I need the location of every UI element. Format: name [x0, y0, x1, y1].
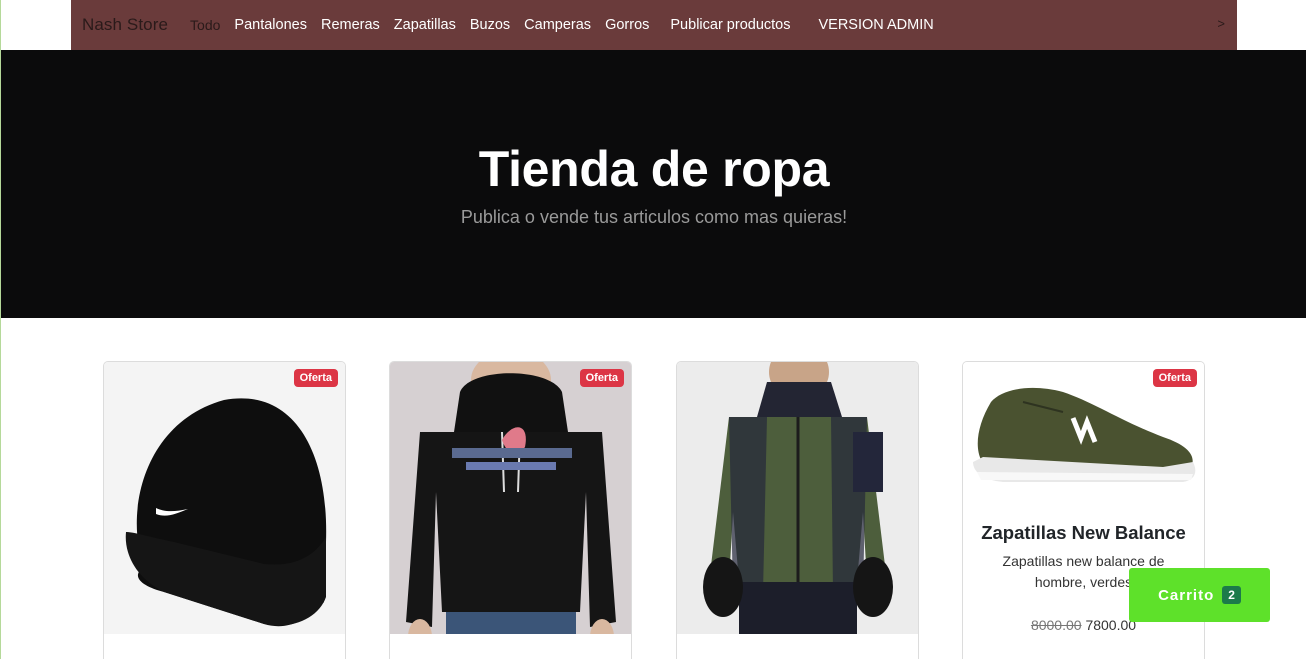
nav-link-zapatillas[interactable]: Zapatillas: [394, 17, 456, 33]
nav-link-remeras[interactable]: Remeras: [321, 17, 380, 33]
nav-link-publicar[interactable]: Publicar productos: [670, 17, 790, 33]
cart-button[interactable]: Carrito 2: [1129, 568, 1270, 622]
cart-count-badge: 2: [1222, 586, 1241, 604]
hero-subtitle: Publica o vende tus articulos como mas q…: [460, 207, 848, 227]
brand-link[interactable]: Nash Store: [82, 15, 168, 35]
nav-link-admin[interactable]: VERSION ADMIN: [818, 17, 933, 33]
cart-label: Carrito: [1158, 586, 1215, 604]
offer-badge: Oferta: [1152, 369, 1197, 387]
product-card-jacket[interactable]: [676, 361, 919, 659]
offer-badge: Oferta: [579, 369, 624, 387]
old-price: 8000.00: [1030, 617, 1082, 633]
navbar: Nash Store Todo Pantalones Remeras Zapat…: [71, 0, 1237, 50]
hero-banner: Tienda de ropa Publica o vende tus artic…: [1, 50, 1306, 318]
navbar-toggle-icon[interactable]: >: [1217, 16, 1225, 31]
green-sneaker-image: Oferta: [963, 362, 1204, 502]
product-title: Zapatillas New Balance: [981, 522, 1186, 543]
nav-link-pantalones[interactable]: Pantalones: [234, 17, 307, 33]
black-beanie-image: Oferta: [104, 362, 345, 634]
nav-link-camperas[interactable]: Camperas: [524, 17, 591, 33]
offer-badge: Oferta: [293, 369, 338, 387]
nav-link-todo[interactable]: Todo: [190, 17, 220, 33]
black-hoodie-image: Oferta: [390, 362, 631, 634]
nav-link-buzos[interactable]: Buzos: [470, 17, 510, 33]
hero-title: Tienda de ropa: [478, 141, 830, 197]
nav-link-gorros[interactable]: Gorros: [605, 17, 649, 33]
green-jacket-image: [677, 362, 918, 634]
product-card-beanie[interactable]: Oferta: [103, 361, 346, 659]
product-card-hoodie[interactable]: Oferta: [389, 361, 632, 659]
